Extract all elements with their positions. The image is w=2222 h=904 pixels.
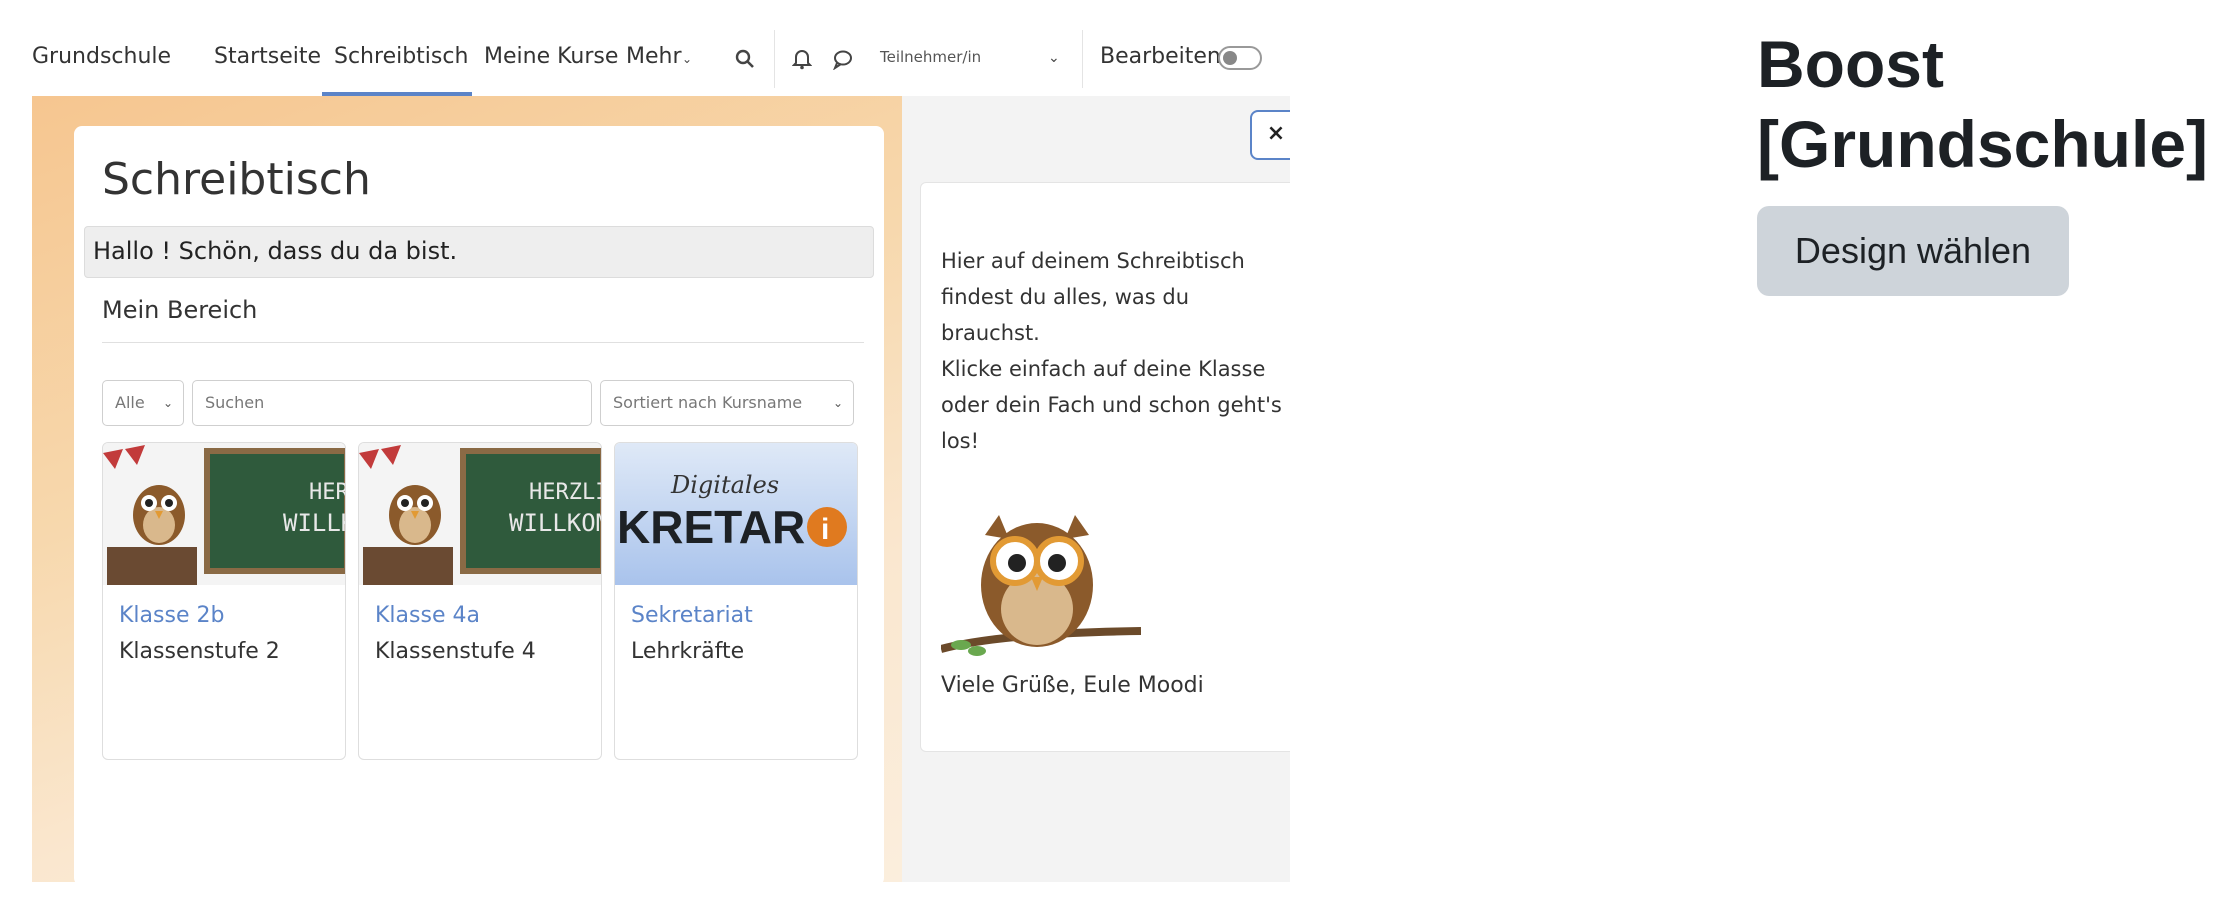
sort-select[interactable]: Sortiert nach Kursname ⌄: [600, 380, 854, 426]
banner-bottom-text: WILLKOM: [283, 509, 346, 537]
nav-startseite[interactable]: Startseite: [214, 44, 321, 69]
owl-illustration: [941, 515, 1141, 656]
course-image: Digitales KRETAR i: [615, 443, 857, 585]
banner-top-text: HERZLI: [529, 480, 602, 505]
info-line: oder dein Fach und schon geht's: [941, 393, 1282, 417]
bell-icon[interactable]: [791, 48, 813, 75]
course-category: Klassenstufe 4: [375, 639, 536, 664]
chevron-down-icon: ⌄: [1048, 50, 1060, 66]
course-name[interactable]: Sekretariat: [631, 603, 753, 628]
info-line: findest du alles, was du: [941, 285, 1190, 309]
greeting-banner: Hallo ! Schön, dass du da bist.: [84, 226, 874, 278]
filter-label: Alle: [115, 393, 145, 412]
nav-meine-kurse[interactable]: Meine Kurse: [484, 44, 618, 69]
sort-label: Sortiert nach Kursname: [613, 393, 803, 412]
info-text: Hier auf deinem Schreibtisch findest du …: [941, 243, 1290, 459]
course-category: Lehrkräfte: [631, 639, 745, 664]
course-category: Klassenstufe 2: [119, 639, 280, 664]
course-image: HERZLI WILLKOM: [359, 443, 602, 585]
course-card-sekretariat[interactable]: Digitales KRETAR i Sekretariat Lehrkräft…: [614, 442, 858, 760]
nav-mehr[interactable]: Mehr: [626, 44, 682, 69]
top-navbar: Grundschule Startseite Schreibtisch Mein…: [32, 22, 1290, 97]
info-line: los!: [941, 429, 980, 453]
edit-mode-toggle[interactable]: [1218, 46, 1262, 70]
banner-top-text: HERZLI: [309, 480, 346, 505]
nav-separator: [774, 30, 775, 88]
role-select[interactable]: Teilnehmer/in: [880, 48, 981, 66]
dashboard-card: Schreibtisch Hallo ! Schön, dass du da b…: [74, 126, 884, 882]
select-design-button[interactable]: Design wählen: [1757, 206, 2069, 296]
course-name[interactable]: Klasse 2b: [119, 603, 224, 628]
theme-preview-page: Grundschule Startseite Schreibtisch Mein…: [0, 0, 2222, 904]
info-line: Hier auf deinem Schreibtisch: [941, 249, 1245, 273]
search-placeholder: Suchen: [205, 393, 265, 412]
search-icon[interactable]: [734, 48, 756, 75]
search-input[interactable]: Suchen: [192, 380, 592, 426]
close-icon[interactable]: ×: [1250, 110, 1290, 160]
course-card-klasse-2b[interactable]: HERZLI WILLKOM Klasse 2b Klassenstufe 2: [102, 442, 346, 760]
section-title: Mein Bereich: [102, 296, 258, 324]
info-line: brauchst.: [941, 321, 1040, 345]
course-image: HERZLI WILLKOM: [103, 443, 346, 585]
banner-bottom-text: WILLKOM: [509, 509, 602, 537]
theme-screenshot: Grundschule Startseite Schreibtisch Mein…: [32, 22, 1290, 882]
section-divider: [102, 342, 864, 343]
chevron-down-icon: ⌄: [682, 52, 693, 66]
edit-mode-label: Bearbeiten: [1100, 44, 1221, 69]
info-line: Klicke einfach auf deine Klasse: [941, 357, 1266, 381]
chat-icon[interactable]: [832, 48, 854, 75]
nav-separator: [1082, 30, 1083, 88]
brand-name[interactable]: Grundschule: [32, 44, 171, 69]
info-block: Hier auf deinem Schreibtisch findest du …: [920, 182, 1290, 752]
chevron-down-icon: ⌄: [162, 396, 173, 410]
filter-select[interactable]: Alle ⌄: [102, 380, 184, 426]
svg-text:i: i: [821, 513, 829, 546]
info-signature: Viele Grüße, Eule Moodi: [941, 673, 1204, 698]
theme-title: Boost [Grundschule]: [1757, 27, 2209, 181]
banner-bottom-text: KRETAR: [617, 501, 805, 553]
course-card-klasse-4a[interactable]: HERZLI WILLKOM Klasse 4a Klassenstufe 4: [358, 442, 602, 760]
course-name[interactable]: Klasse 4a: [375, 603, 480, 628]
chevron-down-icon: ⌄: [832, 396, 843, 410]
banner-top-text: Digitales: [670, 471, 779, 499]
nav-schreibtisch[interactable]: Schreibtisch: [334, 44, 468, 69]
page-title: Schreibtisch: [102, 154, 371, 205]
